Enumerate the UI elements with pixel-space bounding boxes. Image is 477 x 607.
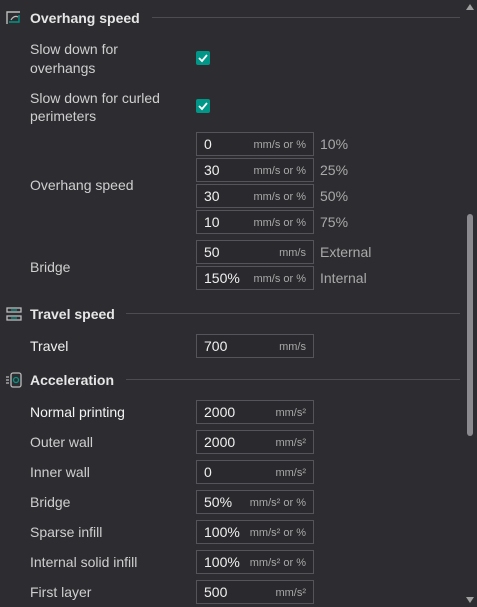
sparse-infill-accel-field[interactable]: 100% mm/s² or % (196, 520, 314, 544)
checkmark-icon (198, 102, 208, 111)
overhang-pct-label: 50% (320, 188, 349, 204)
accel-row-label: Bridge (30, 494, 71, 510)
field-unit: mm/s (279, 247, 306, 259)
bridge-external-field[interactable]: 50 mm/s (196, 240, 314, 264)
field-unit: mm/s² (275, 437, 306, 449)
field-unit: mm/s or % (253, 273, 306, 285)
travel-icon (6, 307, 22, 321)
slow-down-curled-label: Slow down for curled (30, 90, 160, 106)
field-value: 700 (204, 338, 228, 354)
overhang-icon (6, 11, 20, 24)
field-unit: mm/s or % (253, 217, 306, 229)
inner-wall-accel-field[interactable]: 0 mm/s² (196, 460, 314, 484)
acceleration-icon (6, 372, 22, 388)
bridge-internal-field[interactable]: 150% mm/s or % (196, 266, 314, 290)
field-unit: mm/s² or % (249, 527, 306, 539)
field-value: 50% (204, 494, 233, 510)
section-title: Overhang speed (30, 10, 140, 26)
field-value: 10 (204, 214, 220, 230)
field-value: 0 (204, 464, 212, 480)
slow-down-overhangs-label-line2: overhangs (30, 60, 96, 76)
overhang-pct-label: 10% (320, 136, 349, 152)
accel-row-label: Internal solid infill (30, 554, 138, 570)
first-layer-accel-field[interactable]: 500 mm/s² (196, 580, 314, 604)
field-value: 2000 (204, 404, 236, 420)
section-title: Acceleration (30, 372, 115, 388)
accel-row-label: Normal printing (30, 404, 125, 420)
checkmark-icon (198, 54, 208, 63)
field-value: 100% (204, 524, 240, 540)
travel-label: Travel (30, 338, 69, 354)
bridge-internal-label: Internal (320, 270, 367, 286)
overhang-speed-50-field[interactable]: 30 mm/s or % (196, 184, 314, 208)
bridge-speed-label: Bridge (30, 259, 71, 275)
field-unit: mm/s² or % (249, 557, 306, 569)
accel-row-label: First layer (30, 584, 92, 600)
overhang-speed-10-field[interactable]: 0 mm/s or % (196, 132, 314, 156)
overhang-speed-75-field[interactable]: 10 mm/s or % (196, 210, 314, 234)
field-unit: mm/s² or % (249, 497, 306, 509)
accel-row-label: Sparse infill (30, 524, 103, 540)
field-value: 50 (204, 244, 220, 260)
field-unit: mm/s² (275, 587, 306, 599)
internal-solid-infill-accel-field[interactable]: 100% mm/s² or % (196, 550, 314, 574)
divider (152, 17, 460, 18)
field-value: 0 (204, 136, 212, 152)
overhang-pct-label: 75% (320, 214, 349, 230)
normal-printing-accel-field[interactable]: 2000 mm/s² (196, 400, 314, 424)
bridge-accel-field[interactable]: 50% mm/s² or % (196, 490, 314, 514)
section-title: Travel speed (30, 306, 115, 322)
section-acceleration: Acceleration (0, 369, 460, 391)
overhang-speed-25-field[interactable]: 30 mm/s or % (196, 158, 314, 182)
field-unit: mm/s or % (253, 191, 306, 203)
accel-row-label: Inner wall (30, 464, 90, 480)
field-value: 500 (204, 584, 228, 600)
bridge-external-label: External (320, 244, 372, 260)
section-overhang-speed: Overhang speed (0, 7, 460, 29)
field-value: 100% (204, 554, 240, 570)
scrollbar-thumb[interactable] (467, 214, 473, 436)
field-value: 2000 (204, 434, 236, 450)
field-value: 30 (204, 162, 220, 178)
divider (126, 313, 460, 314)
field-unit: mm/s² (275, 467, 306, 479)
slow-down-curled-label-line2: perimeters (30, 108, 97, 124)
slow-down-curled-checkbox[interactable] (196, 99, 210, 113)
accel-row-label: Outer wall (30, 434, 94, 450)
overhang-pct-label: 25% (320, 162, 349, 178)
slow-down-overhangs-label: Slow down for (30, 41, 118, 57)
field-unit: mm/s or % (253, 139, 306, 151)
field-unit: mm/s or % (253, 165, 306, 177)
overhang-speed-label: Overhang speed (30, 177, 134, 193)
field-value: 150% (204, 270, 240, 286)
outer-wall-accel-field[interactable]: 2000 mm/s² (196, 430, 314, 454)
divider (126, 379, 460, 380)
field-value: 30 (204, 188, 220, 204)
field-unit: mm/s (279, 341, 306, 353)
section-travel-speed: Travel speed (0, 303, 460, 325)
scroll-up-arrow-icon[interactable] (466, 4, 474, 10)
travel-speed-field[interactable]: 700 mm/s (196, 334, 314, 358)
scroll-down-arrow-icon[interactable] (466, 597, 474, 603)
slow-down-overhangs-checkbox[interactable] (196, 51, 210, 65)
field-unit: mm/s² (275, 407, 306, 419)
